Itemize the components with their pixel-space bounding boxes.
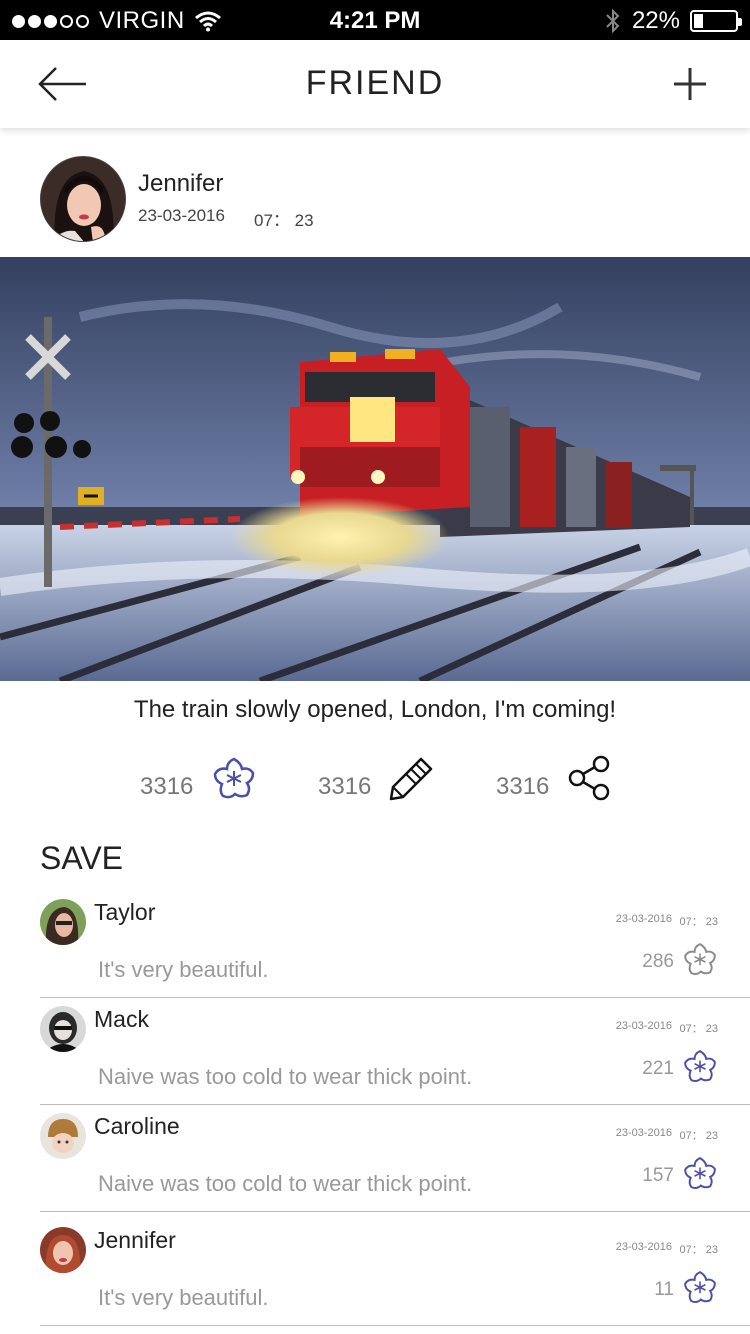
- avatar-portrait: [40, 1227, 86, 1273]
- status-bar-right: 22%: [604, 7, 742, 35]
- favorite-action[interactable]: 3316: [140, 752, 257, 804]
- comment-date: 23-03-2016: [615, 1020, 672, 1032]
- avatar[interactable]: [40, 1006, 86, 1052]
- comment-time: 07： 23: [679, 1130, 718, 1142]
- comment-date: 23-03-2016: [615, 1241, 672, 1253]
- star-flower-icon[interactable]: [682, 1269, 718, 1305]
- comment-item[interactable]: Jennifer It's very beautiful. 23-03-2016…: [40, 1219, 750, 1326]
- star-flower-icon[interactable]: [682, 941, 718, 977]
- comment-text: It's very beautiful.: [98, 1285, 269, 1310]
- bluetooth-icon: [606, 8, 620, 34]
- comment-text: It's very beautiful.: [98, 957, 269, 982]
- share-count: 3316: [496, 773, 550, 800]
- post-date: 23-03-2016: [138, 206, 225, 225]
- comment-author[interactable]: Mack: [94, 1006, 149, 1033]
- post-author: Jennifer 23-03-2016 07： 23: [40, 156, 720, 244]
- like-count: 157: [642, 1165, 674, 1186]
- page-title: FRIEND: [305, 64, 445, 102]
- comment-date: 23-03-2016: [615, 913, 672, 925]
- status-bar: VIRGIN 4:21 PM 22%: [0, 0, 750, 40]
- comment-time: 07： 23: [679, 916, 718, 928]
- comment-time: 07： 23: [679, 1244, 718, 1256]
- comment-text: Naive was too cold to wear thick point.: [98, 1171, 473, 1196]
- avatar[interactable]: [40, 156, 126, 242]
- comment-author[interactable]: Caroline: [94, 1113, 180, 1140]
- avatar[interactable]: [40, 899, 86, 945]
- like-count: 221: [642, 1058, 674, 1079]
- battery-level-fill: [694, 14, 703, 28]
- edit-action[interactable]: 3316: [318, 752, 435, 804]
- comment-item[interactable]: Mack Naive was too cold to wear thick po…: [40, 998, 750, 1105]
- avatar-portrait: [40, 1113, 86, 1159]
- post-caption: The train slowly opened, London, I'm com…: [133, 696, 617, 723]
- favorite-count: 3316: [140, 773, 194, 800]
- navigation-bar: FRIEND: [0, 40, 750, 128]
- pencil-icon[interactable]: [389, 755, 435, 801]
- avatar[interactable]: [40, 1113, 86, 1159]
- train-photo-illustration: [0, 257, 750, 681]
- like-count: 286: [642, 951, 674, 972]
- comment-date: 23-03-2016: [615, 1127, 672, 1139]
- comment-author[interactable]: Taylor: [94, 899, 155, 926]
- avatar[interactable]: [40, 1227, 86, 1273]
- section-title: SAVE: [40, 840, 123, 876]
- share-icon[interactable]: [567, 755, 613, 801]
- avatar-portrait: [40, 899, 86, 945]
- star-flower-icon[interactable]: [682, 1155, 718, 1191]
- avatar-portrait: [40, 1006, 86, 1052]
- like-count: 11: [654, 1279, 674, 1300]
- avatar-portrait: [41, 157, 125, 241]
- battery-icon: [690, 10, 742, 32]
- comment-item[interactable]: Taylor It's very beautiful. 23-03-2016 0…: [40, 891, 750, 998]
- post-time: 07： 23: [254, 211, 314, 230]
- comment-item[interactable]: Caroline Naive was too cold to wear thic…: [40, 1105, 750, 1212]
- plus-icon[interactable]: [672, 66, 708, 102]
- author-name[interactable]: Jennifer: [138, 170, 223, 198]
- post-photo[interactable]: [0, 257, 750, 681]
- star-flower-icon[interactable]: [682, 1048, 718, 1084]
- battery-percentage: 22%: [631, 7, 680, 34]
- star-flower-icon[interactable]: [211, 755, 257, 801]
- edit-count: 3316: [318, 773, 372, 800]
- comment-time: 07： 23: [679, 1023, 718, 1035]
- share-action[interactable]: 3316: [496, 752, 613, 804]
- comment-author[interactable]: Jennifer: [94, 1227, 176, 1254]
- comment-text: Naive was too cold to wear thick point.: [98, 1064, 473, 1089]
